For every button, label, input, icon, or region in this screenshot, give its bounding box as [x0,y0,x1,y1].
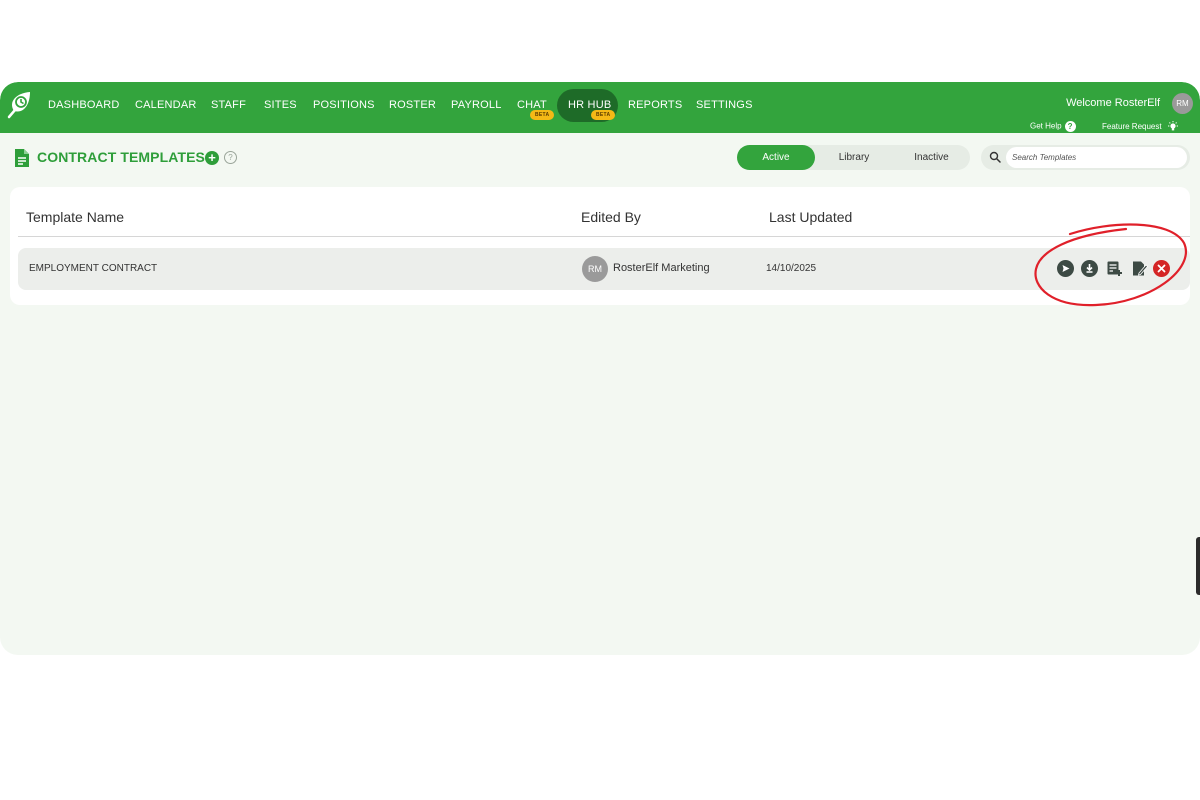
editor-avatar: RM [582,256,608,282]
top-navigation-bar: DASHBOARD CALENDAR STAFF SITES POSITIONS… [0,82,1200,133]
templates-table: Template Name Edited By Last Updated EMP… [10,187,1190,305]
help-question-icon: ? [1064,121,1076,132]
chat-beta-badge: BETA [530,110,555,120]
page-header: CONTRACT TEMPLATES + ? Active Library In… [0,133,1200,230]
add-document-icon[interactable] [1106,260,1123,277]
nav-item-settings[interactable]: SETTINGS [696,99,753,115]
nav-item-dashboard[interactable]: DASHBOARD [48,99,119,115]
delete-icon[interactable] [1153,260,1170,277]
table-row[interactable]: EMPLOYMENT CONTRACT RM RosterElf Marketi… [18,248,1190,290]
hr-hub-beta-badge: BETA [591,110,616,120]
info-icon[interactable]: ? [224,151,237,164]
tab-inactive[interactable]: Inactive [893,145,970,170]
rosterelf-logo[interactable] [6,90,32,120]
document-icon [15,149,29,167]
nav-item-positions[interactable]: POSITIONS [313,99,375,115]
column-header-template-name[interactable]: Template Name [26,209,124,225]
search-input[interactable] [1006,147,1187,168]
edit-icon[interactable] [1131,260,1148,277]
column-header-edited-by[interactable]: Edited By [581,209,641,225]
side-drawer-handle[interactable] [1196,537,1200,595]
nav-item-sites[interactable]: SITES [264,99,297,115]
nav-item-payroll[interactable]: PAYROLL [451,99,502,115]
last-updated-cell: 14/10/2025 [766,263,817,274]
status-filter-tabs: Active Library Inactive [737,145,970,170]
get-help-link[interactable]: Get Help? [1030,121,1076,132]
nav-item-staff[interactable]: STAFF [211,99,246,115]
tab-active[interactable]: Active [737,145,815,170]
search-box [981,145,1190,170]
user-avatar[interactable]: RM [1172,93,1193,114]
app-window: DASHBOARD CALENDAR STAFF SITES POSITIONS… [0,82,1200,655]
nav-item-roster[interactable]: ROSTER [389,99,436,115]
column-header-last-updated[interactable]: Last Updated [769,209,852,225]
nav-item-calendar[interactable]: CALENDAR [135,99,197,115]
lightbulb-icon [1167,121,1178,131]
page-title: CONTRACT TEMPLATES [37,149,205,165]
nav-item-reports[interactable]: REPORTS [628,99,682,115]
feature-request-label: Feature Request [1102,122,1162,132]
editor-name-cell: RosterElf Marketing [613,262,710,274]
feature-request-link[interactable]: Feature Request [1102,121,1179,133]
tab-library[interactable]: Library [815,145,893,170]
get-help-label: Get Help [1030,121,1062,131]
search-icon [989,151,1001,163]
add-template-icon[interactable]: + [205,151,219,165]
table-header-divider [18,236,1190,237]
send-icon[interactable] [1057,260,1074,277]
welcome-text: Welcome RosterElf [1066,97,1160,109]
download-icon[interactable] [1081,260,1098,277]
template-name-cell[interactable]: EMPLOYMENT CONTRACT [29,263,157,274]
